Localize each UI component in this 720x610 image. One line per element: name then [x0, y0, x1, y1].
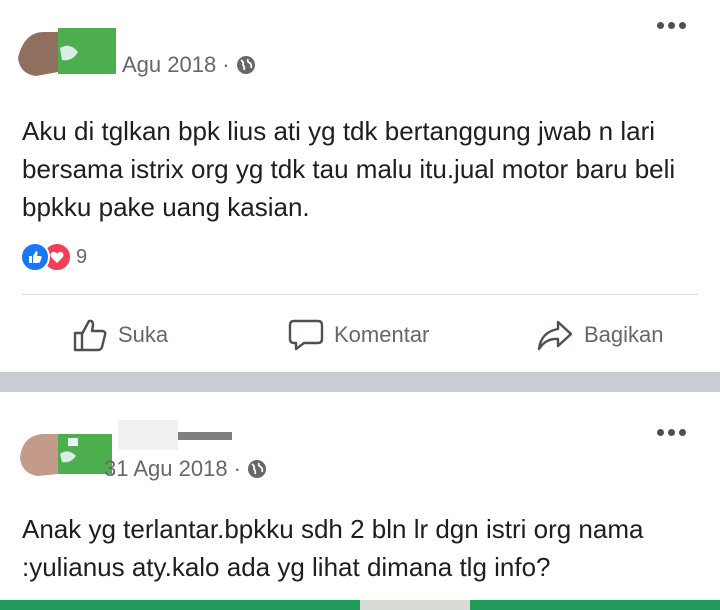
comment-label: Komentar	[334, 322, 430, 347]
more-dots-icon[interactable]	[657, 22, 686, 29]
post-meta: Agu 2018 ·	[122, 52, 256, 78]
post-card: 31 Agu 2018 · Anak yg terlantar.bpkku sd…	[0, 392, 720, 610]
like-label: Suka	[118, 322, 169, 347]
share-button[interactable]: Bagikan	[536, 312, 664, 358]
post-card: Agu 2018 · Aku di tglkan bpk lius ati yg…	[0, 0, 720, 372]
thumbs-up-icon	[72, 318, 108, 352]
post-date[interactable]: Agu 2018	[122, 52, 216, 78]
comment-button[interactable]: Komentar	[288, 312, 429, 358]
like-reaction-icon	[20, 242, 50, 272]
like-button[interactable]: Suka	[72, 312, 168, 358]
speech-bubble-icon	[288, 318, 324, 352]
divider	[22, 294, 698, 295]
reactions-summary[interactable]: 9	[20, 242, 87, 272]
image-fragment	[118, 420, 232, 450]
avatar[interactable]	[14, 414, 118, 478]
share-arrow-icon	[536, 318, 574, 352]
reaction-count: 9	[76, 245, 88, 268]
meta-separator: ·	[233, 456, 241, 481]
share-label: Bagikan	[584, 322, 664, 347]
avatar[interactable]	[14, 18, 118, 82]
post-meta: 31 Agu 2018 ·	[104, 456, 267, 482]
globe-icon	[236, 55, 256, 75]
post-text: Aku di tglkan bpk lius ati yg tdk bertan…	[22, 116, 676, 222]
globe-icon	[247, 459, 267, 479]
post-date[interactable]: 31 Agu 2018	[104, 456, 228, 482]
meta-separator: ·	[222, 52, 230, 77]
post-text: Anak yg terlantar.bpkku sdh 2 bln lr dgn…	[22, 514, 644, 582]
next-post-image-strip	[0, 600, 720, 610]
more-dots-icon[interactable]	[657, 429, 686, 436]
feed-separator	[0, 372, 720, 392]
